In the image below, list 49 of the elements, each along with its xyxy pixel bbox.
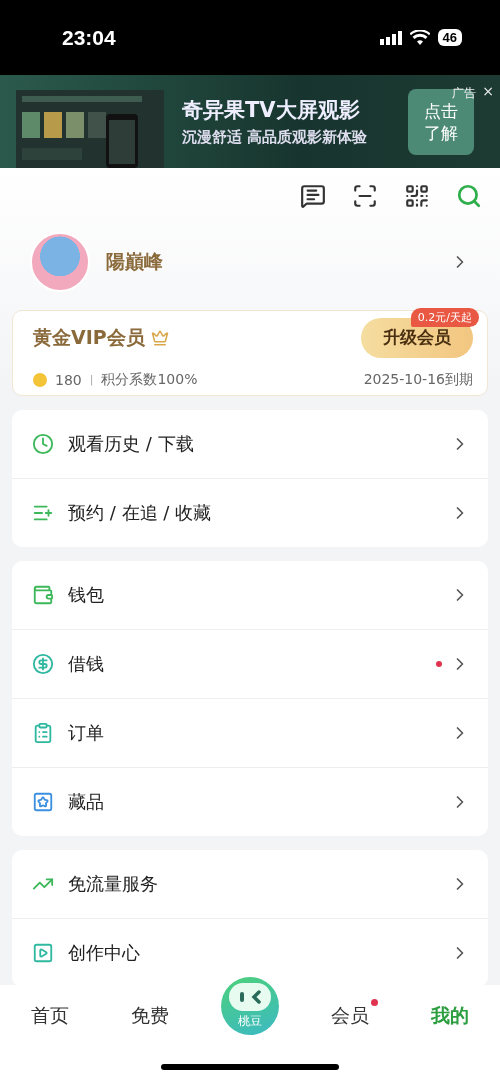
- signal-icon: [379, 30, 402, 45]
- battery-icon: 46: [437, 29, 462, 46]
- menu-label: 订单: [68, 721, 104, 745]
- tab[interactable]: 我的: [422, 999, 478, 1029]
- ad-title: 奇异果TV大屏观影: [182, 97, 361, 124]
- collection-icon: [32, 791, 54, 813]
- qr-code-icon[interactable]: [404, 183, 430, 209]
- history-icon: [32, 433, 54, 455]
- vip-title: 黄金VIP会员: [33, 324, 145, 350]
- face-icon: [229, 983, 271, 1011]
- menu-label: 预约 / 在追 / 收藏: [68, 501, 211, 525]
- coin-icon: [33, 372, 47, 387]
- menu-item[interactable]: 预约 / 在追 / 收藏: [12, 478, 488, 547]
- loan-icon: [32, 653, 54, 675]
- creator-icon: [32, 942, 54, 964]
- message-icon[interactable]: [300, 183, 326, 209]
- divider-mark: |: [89, 373, 94, 386]
- menu-item[interactable]: 订单: [12, 698, 488, 767]
- status-time: 23:04: [62, 25, 116, 50]
- tab[interactable]: 免费: [122, 999, 178, 1029]
- menu-item[interactable]: 观看历史 / 下载: [12, 410, 488, 478]
- order-icon: [32, 722, 54, 744]
- menu-label: 免流量服务: [68, 872, 158, 896]
- tab[interactable]: 会员: [322, 999, 378, 1029]
- ad-banner[interactable]: 广告 × 奇异果TV大屏观影 沉漫舒适 高品质观影新体验 点击了解: [0, 75, 500, 168]
- scan-icon[interactable]: [352, 183, 378, 209]
- menu-label: 创作中心: [68, 941, 140, 965]
- points-count: 180: [55, 371, 82, 388]
- points-coefficient: 积分系数100%: [101, 370, 198, 389]
- menu-item[interactable]: 免流量服务: [12, 850, 488, 918]
- menu-item[interactable]: 藏品: [12, 767, 488, 836]
- crown-icon: [150, 328, 169, 347]
- menu-label: 观看历史 / 下载: [68, 432, 194, 456]
- wifi-icon: [409, 30, 430, 45]
- ad-label: 广告: [452, 85, 476, 102]
- menu-item[interactable]: 借钱: [12, 629, 488, 698]
- close-button[interactable]: ×: [482, 83, 494, 99]
- wallet-icon: [32, 584, 54, 606]
- vip-card[interactable]: 0.2元/天起 黄金VIP会员 升级会员 180 | 积分系数100% 2025-10-16到期: [12, 310, 488, 396]
- price-badge: 0.2元/天起: [410, 308, 479, 327]
- menu-label: 借钱: [68, 652, 104, 676]
- menu-label: 钱包: [68, 583, 104, 607]
- expiry-date: 2025-10-16到期: [363, 370, 473, 389]
- search-icon[interactable]: [456, 183, 482, 209]
- tab[interactable]: 首页: [22, 999, 78, 1029]
- menu-item[interactable]: 钱包: [12, 561, 488, 629]
- ad-subtitle: 沉漫舒适 高品质观影新体验: [182, 128, 368, 147]
- menu-label: 藏品: [68, 790, 104, 814]
- user-name[interactable]: 陽巔峰: [106, 249, 163, 275]
